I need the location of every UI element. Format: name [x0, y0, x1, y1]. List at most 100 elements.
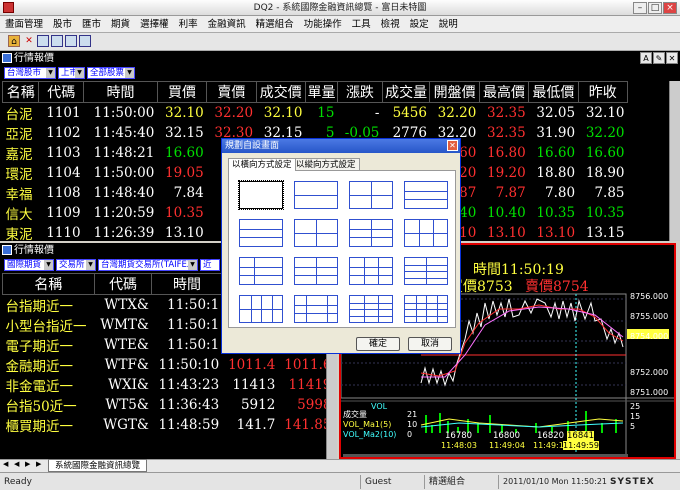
- menu-item-5[interactable]: 利率: [174, 16, 203, 33]
- minimize-icon[interactable]: –: [633, 2, 647, 14]
- month-select[interactable]: 近一: [200, 259, 220, 281]
- ok-button[interactable]: 確定: [356, 337, 400, 351]
- table-cell: 東泥: [5, 227, 33, 243]
- layout-option-4[interactable]: [404, 181, 448, 209]
- font-a-icon[interactable]: A: [640, 52, 652, 64]
- close-window-icon[interactable]: ✕: [23, 35, 35, 47]
- table-cell: WTF&: [104, 357, 149, 373]
- edit-icon[interactable]: ✎: [653, 52, 665, 64]
- menu-item-0[interactable]: 畫面管理: [0, 16, 48, 33]
- table-cell: 5912: [240, 397, 276, 413]
- nav-next-icon[interactable]: ▶: [25, 460, 30, 468]
- column-header[interactable]: 名稱: [2, 273, 95, 295]
- cancel-button[interactable]: 取消: [408, 337, 452, 351]
- vol-tick: 25: [630, 402, 641, 411]
- layout-divider: [261, 296, 262, 322]
- taifex-select[interactable]: 台灣期貨交易所(TAIFEX) ▼: [98, 259, 198, 271]
- layout-option-8[interactable]: [404, 219, 448, 247]
- tab-horizontal[interactable]: 以橫向方式設定: [228, 158, 296, 171]
- column-header[interactable]: 時間: [151, 273, 223, 295]
- menu-item-10[interactable]: 檢視: [376, 16, 405, 33]
- table-cell: 1108: [46, 185, 81, 201]
- table-row[interactable]: 台指50近一 WT5& 11:36:43 5912 5998: [3, 395, 335, 415]
- column-header[interactable]: 買價: [156, 81, 208, 103]
- nav-last-icon[interactable]: ▶: [36, 460, 41, 468]
- table-row[interactable]: 櫃買期近一 WGT& 11:48:59 141.7 141.85: [3, 415, 335, 435]
- column-header[interactable]: 時間: [83, 81, 158, 103]
- layout-option-7[interactable]: [349, 219, 393, 247]
- column-header[interactable]: 代碼: [93, 273, 153, 295]
- column-header[interactable]: 名稱: [1, 81, 40, 103]
- layout-option-14[interactable]: [294, 295, 338, 323]
- layout-option-1[interactable]: [238, 180, 284, 210]
- layout-1-icon[interactable]: [37, 35, 49, 47]
- menu-item-2[interactable]: 匯市: [77, 16, 106, 33]
- exchange-select[interactable]: 上市 ▼: [58, 67, 85, 79]
- exchange-type-select[interactable]: 交易所 ▼: [56, 259, 96, 271]
- table-cell: 32.05: [536, 105, 576, 121]
- home-icon[interactable]: ⌂: [8, 35, 20, 47]
- maximize-icon[interactable]: □: [648, 2, 662, 14]
- layout-option-15[interactable]: [349, 295, 393, 323]
- layout-option-16[interactable]: [404, 295, 448, 323]
- column-header[interactable]: 最低價: [528, 81, 579, 103]
- layout-2-icon[interactable]: [51, 35, 63, 47]
- table-row[interactable]: 非金電近一 WXI& 11:43:23 11413 11419: [3, 375, 335, 395]
- menu-item-11[interactable]: 設定: [405, 16, 434, 33]
- menu-item-1[interactable]: 股市: [48, 16, 77, 33]
- layout-option-2[interactable]: [294, 181, 338, 209]
- layout-option-6[interactable]: [294, 219, 338, 247]
- layout-divider: [350, 302, 392, 304]
- column-header[interactable]: 成交量: [381, 81, 431, 103]
- futures-select[interactable]: 國際期貨 ▼: [4, 259, 54, 271]
- menu-item-4[interactable]: 選擇權: [135, 16, 174, 33]
- layout-option-10[interactable]: [294, 257, 338, 285]
- table-row[interactable]: 台泥 1101 11:50:00 32.10 32.20 32.10 15 -5456 32.2…: [3, 103, 628, 123]
- column-header[interactable]: 最高價: [478, 81, 530, 103]
- menu-item-12[interactable]: 說明: [434, 16, 463, 33]
- layout-option-5[interactable]: [239, 219, 283, 247]
- chevron-down-icon: ▼: [75, 68, 84, 78]
- layout-option-3[interactable]: [349, 181, 393, 209]
- layout-option-13[interactable]: [239, 295, 283, 323]
- column-header[interactable]: 單量: [304, 81, 338, 103]
- layout-divider: [415, 296, 417, 322]
- layout-4-icon[interactable]: [79, 35, 91, 47]
- column-header[interactable]: 開盤價: [429, 81, 480, 103]
- menu-item-9[interactable]: 工具: [347, 16, 376, 33]
- menu-item-3[interactable]: 期貨: [106, 16, 135, 33]
- category-select[interactable]: 全部股票 ▼: [87, 67, 135, 79]
- layout-divider: [432, 220, 434, 246]
- layout-option-9[interactable]: [239, 257, 283, 285]
- column-header[interactable]: 昨收: [577, 81, 629, 103]
- dialog-close-icon[interactable]: ✕: [447, 140, 458, 151]
- column-header[interactable]: 賣價: [206, 81, 257, 103]
- nav-first-icon[interactable]: ◀: [3, 460, 8, 468]
- table-cell: 11:50:10: [158, 357, 220, 373]
- table-cell: 11:50:1: [167, 317, 220, 333]
- layout-divider: [316, 220, 317, 246]
- sheet-tab-active[interactable]: 系統國際金融資訊總覽: [48, 459, 148, 472]
- layout-divider: [350, 315, 392, 317]
- close-icon[interactable]: ×: [663, 2, 677, 14]
- table-cell: 1101: [46, 105, 81, 121]
- table-cell: 小型台指近一: [5, 319, 87, 335]
- market-select[interactable]: 台灣股市 ▼: [4, 67, 56, 79]
- nav-prev-icon[interactable]: ◀: [14, 460, 19, 468]
- table-cell: 15: [317, 105, 335, 121]
- table-cell: 13.15: [585, 225, 625, 241]
- column-header[interactable]: 漲跌: [336, 81, 383, 103]
- layout-option-12[interactable]: [404, 257, 448, 285]
- column-header[interactable]: 代碼: [38, 81, 85, 103]
- menu-item-7[interactable]: 精選組合: [251, 16, 299, 33]
- top-scrollbar[interactable]: [669, 81, 680, 241]
- layout-3-icon[interactable]: [65, 35, 77, 47]
- layout-divider: [405, 233, 447, 234]
- table-cell: 1102: [46, 125, 81, 141]
- menu-item-8[interactable]: 功能操作: [299, 16, 347, 33]
- layout-option-11[interactable]: [349, 257, 393, 285]
- panel-close-icon[interactable]: ✕: [666, 52, 678, 64]
- column-header[interactable]: 成交價: [255, 81, 306, 103]
- table-row[interactable]: 金融期近一 WTF& 11:50:10 1011.4 1011.6: [3, 355, 335, 375]
- menu-item-6[interactable]: 金融資訊: [203, 16, 251, 33]
